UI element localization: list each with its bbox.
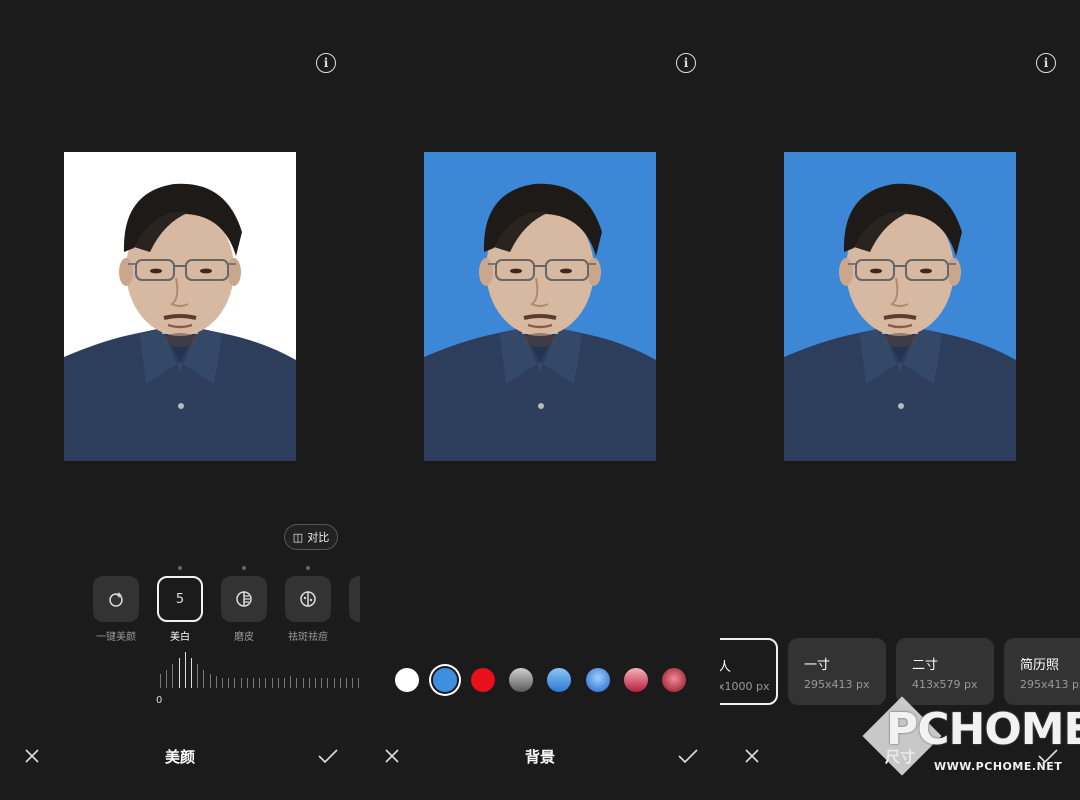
tool-dot — [242, 566, 246, 570]
slider-tick — [290, 676, 292, 688]
size-name: 二寸 — [912, 658, 939, 673]
smooth-skin-button[interactable] — [221, 576, 267, 622]
slider-tick — [277, 678, 279, 688]
slider-tick — [321, 678, 323, 688]
slider-tick — [308, 678, 310, 688]
slider-tick — [271, 678, 273, 688]
slider-tick — [302, 678, 304, 688]
slider-tick — [333, 678, 335, 688]
id-photo — [424, 152, 656, 461]
compare-icon: ◫ — [292, 530, 304, 544]
slider-tick — [253, 678, 254, 688]
slider-tick — [284, 678, 285, 688]
slider-tick — [191, 658, 192, 688]
slider-tick — [160, 674, 161, 688]
slider-tick — [327, 678, 329, 688]
spot-removal-button[interactable] — [285, 576, 331, 622]
slider-tick — [197, 664, 199, 688]
watermark-brand: PCHOME — [886, 704, 1080, 755]
color-swatch[interactable] — [471, 668, 496, 692]
color-swatch[interactable] — [547, 668, 572, 692]
slider-tick — [259, 678, 261, 688]
slider-tick — [246, 678, 248, 688]
slider-tick — [339, 678, 341, 688]
tool-dot — [178, 566, 182, 570]
slider-tick — [203, 670, 205, 688]
compare-button[interactable]: ◫ 对比 — [284, 524, 338, 550]
size-pixels: 413x579 px — [912, 678, 978, 691]
slider-tick — [184, 652, 186, 688]
slider-tick — [209, 674, 211, 688]
id-photo — [64, 152, 296, 461]
size-option-custom[interactable]: 人 x1000 px — [720, 638, 778, 705]
beauty-panel: i ◫ 对比 5 一键美颜 美白 磨皮 祛斑祛痘 0 美颜 — [0, 0, 360, 800]
slider-value: 0 — [156, 695, 163, 706]
slider-tick — [265, 678, 267, 688]
watermark-url: WWW.PCHOME.NET — [934, 760, 1063, 773]
color-swatch[interactable] — [395, 668, 419, 692]
slider-tick — [215, 676, 217, 688]
color-swatch[interactable] — [623, 668, 648, 692]
color-swatch[interactable] — [433, 668, 458, 692]
info-icon[interactable]: i — [1036, 53, 1056, 73]
slider-tick — [240, 678, 242, 688]
slider-tick — [352, 678, 354, 688]
size-panel: i 人 x1000 px 一寸 295x413 px 二寸 413x579 px — [720, 0, 1080, 800]
size-pixels: x1000 px — [720, 680, 770, 693]
size-pixels: 295x413 px — [804, 678, 870, 691]
slider-tick — [222, 678, 223, 688]
face-magic-icon — [109, 592, 123, 607]
id-photo — [784, 152, 1016, 461]
intensity-slider[interactable] — [156, 648, 360, 688]
size-name: 简历照 — [1020, 658, 1060, 673]
whitening-button[interactable]: 5 — [157, 576, 203, 622]
size-pixels: 295x413 px — [1020, 678, 1080, 691]
more-tool-button[interactable] — [349, 576, 360, 622]
check-icon[interactable] — [676, 746, 700, 766]
smooth-skin-icon — [236, 591, 252, 607]
color-swatch[interactable] — [585, 668, 610, 692]
one-click-beauty-button[interactable] — [93, 576, 139, 622]
whitening-value: 5 — [175, 591, 185, 607]
tool-label: 祛斑祛痘 — [288, 632, 328, 643]
check-icon[interactable] — [316, 746, 340, 766]
info-icon[interactable]: i — [676, 53, 696, 73]
panel-title: 背景 — [524, 748, 555, 766]
info-icon[interactable]: i — [316, 53, 336, 73]
spot-removal-icon — [300, 591, 316, 607]
background-panel: i 背景 — [360, 0, 720, 800]
slider-tick — [315, 678, 316, 688]
tool-dot — [306, 566, 310, 570]
color-swatch[interactable] — [661, 668, 686, 692]
size-name: 人 — [720, 660, 732, 675]
slider-tick — [172, 664, 174, 688]
slider-tick — [166, 670, 168, 688]
slider-tick — [228, 678, 230, 688]
slider-tick — [296, 678, 298, 688]
slider-tick — [346, 678, 347, 688]
slider-tick — [178, 658, 180, 688]
slider-tick — [234, 678, 236, 688]
size-name: 一寸 — [804, 658, 831, 673]
pchome-watermark: PCHOME WWW.PCHOME.NET — [862, 692, 1080, 784]
panel-title: 美颜 — [164, 748, 195, 766]
color-swatch[interactable] — [509, 668, 534, 692]
